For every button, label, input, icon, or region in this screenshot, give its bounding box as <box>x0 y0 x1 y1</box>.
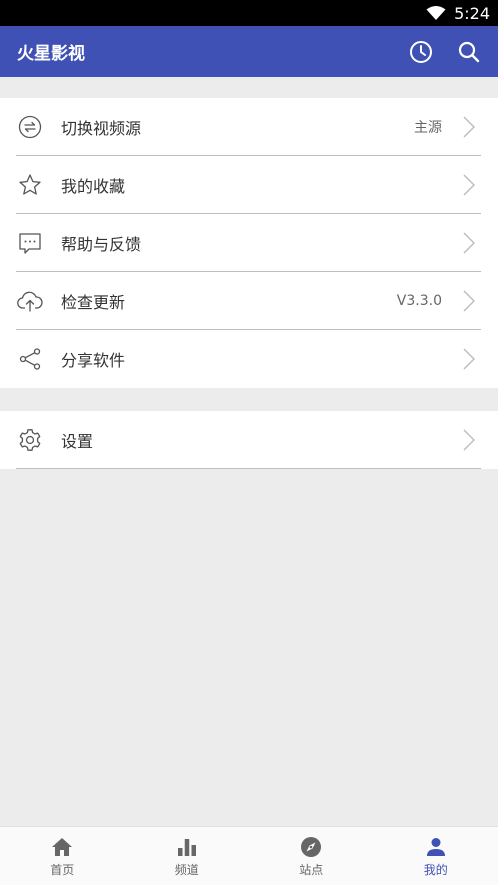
feedback-icon <box>17 230 43 256</box>
nav-item-channels[interactable]: 频道 <box>125 827 250 885</box>
menu-item-switch-source[interactable]: 切换视频源 主源 <box>0 98 498 156</box>
menu-item-share[interactable]: 分享软件 <box>0 330 498 388</box>
nav-item-sites[interactable]: 站点 <box>249 827 374 885</box>
status-time: 5:24 <box>454 3 490 23</box>
search-icon <box>458 41 480 62</box>
compass-icon <box>299 835 323 859</box>
chevron-right-icon <box>462 348 476 370</box>
nav-item-home[interactable]: 首页 <box>0 827 125 885</box>
nav-label: 频道 <box>174 862 199 877</box>
person-icon <box>424 835 448 859</box>
bottom-nav: 首页 频道 站点 我的 <box>0 826 498 885</box>
cloud-upload-icon <box>17 288 43 314</box>
menu-group-main: 切换视频源 主源 我的收藏 帮助与反馈 检查更新 V3.3.0 分享软件 <box>0 98 498 388</box>
nav-label: 首页 <box>50 862 75 877</box>
chevron-right-icon <box>462 290 476 312</box>
clock-icon <box>410 40 432 63</box>
nav-item-mine[interactable]: 我的 <box>374 827 498 885</box>
menu-item-label: 检查更新 <box>61 293 126 312</box>
menu-item-check-update[interactable]: 检查更新 V3.3.0 <box>0 272 498 330</box>
menu-item-settings[interactable]: 设置 <box>0 411 498 469</box>
bar-chart-icon <box>175 835 199 859</box>
menu-item-label: 设置 <box>61 432 94 451</box>
menu-item-label: 帮助与反馈 <box>61 235 142 254</box>
star-icon <box>17 172 43 198</box>
menu-item-label: 我的收藏 <box>61 177 126 196</box>
chevron-right-icon <box>462 116 476 138</box>
app-title: 火星影视 <box>17 44 85 64</box>
divider <box>16 468 481 469</box>
switch-icon <box>17 114 43 140</box>
wifi-icon <box>426 5 446 21</box>
menu-item-label: 切换视频源 <box>61 119 142 138</box>
search-button[interactable] <box>454 37 484 67</box>
app-bar: 火星影视 <box>0 26 498 77</box>
menu-item-value: V3.3.0 <box>396 293 442 309</box>
chevron-right-icon <box>462 429 476 451</box>
menu-item-help-feedback[interactable]: 帮助与反馈 <box>0 214 498 272</box>
menu-group-settings: 设置 <box>0 411 498 469</box>
nav-label: 我的 <box>423 862 448 877</box>
status-bar: 5:24 <box>0 0 498 26</box>
chevron-right-icon <box>462 174 476 196</box>
share-icon <box>17 346 43 372</box>
home-icon <box>50 835 74 859</box>
menu-item-value: 主源 <box>414 120 442 136</box>
nav-label: 站点 <box>299 862 324 877</box>
gear-icon <box>17 427 43 453</box>
history-button[interactable] <box>406 37 436 67</box>
menu-item-favorites[interactable]: 我的收藏 <box>0 156 498 214</box>
chevron-right-icon <box>462 232 476 254</box>
menu-item-label: 分享软件 <box>61 351 126 370</box>
